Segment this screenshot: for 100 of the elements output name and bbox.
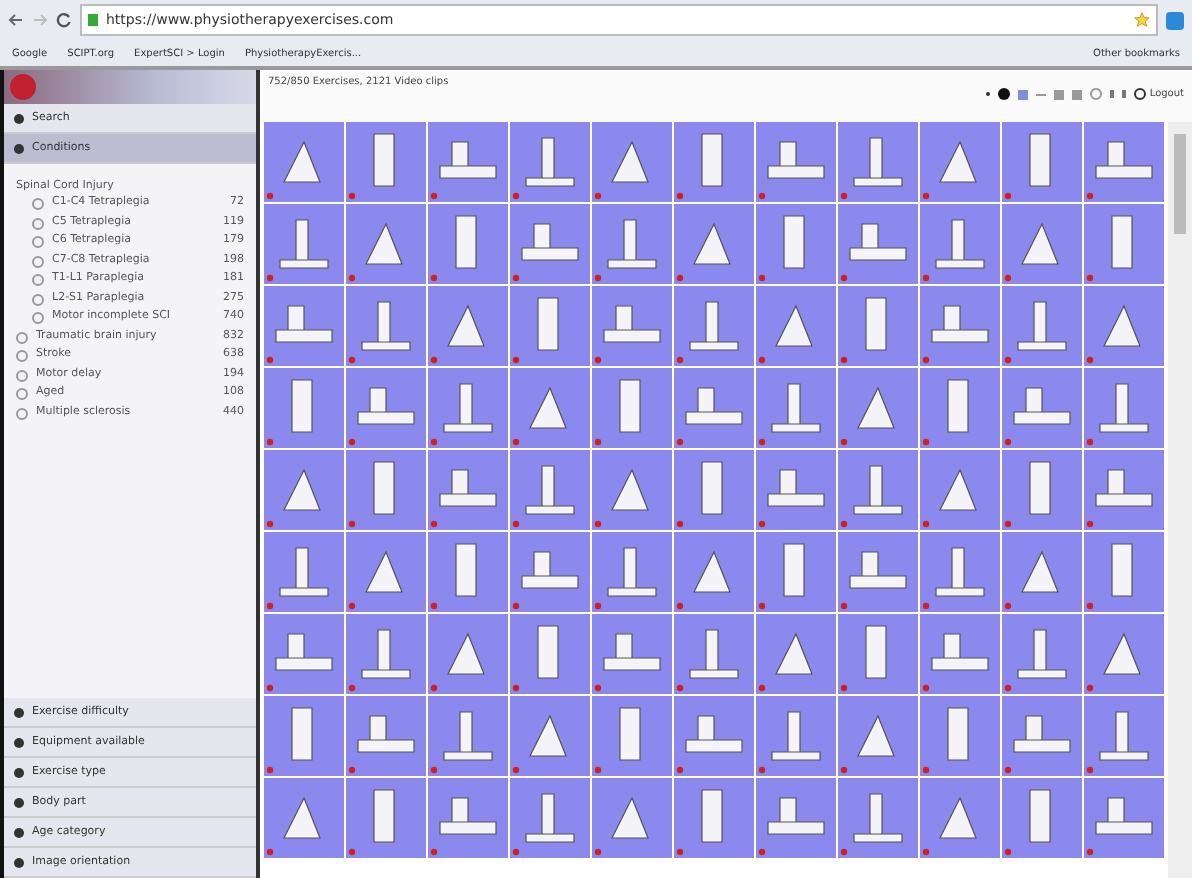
exercise-thumbnail[interactable] [1084, 614, 1164, 694]
exercise-thumbnail[interactable] [1084, 450, 1164, 530]
radio-button[interactable] [32, 255, 44, 267]
exercise-thumbnail[interactable] [674, 532, 754, 612]
exercise-thumbnail[interactable] [510, 122, 590, 202]
exercise-thumbnail[interactable] [674, 778, 754, 858]
exercise-thumbnail[interactable] [510, 614, 590, 694]
exercise-thumbnail[interactable] [1002, 368, 1082, 448]
exercise-thumbnail[interactable] [510, 532, 590, 612]
list-icon[interactable] [1017, 89, 1028, 99]
exercise-thumbnail[interactable] [428, 450, 508, 530]
exercise-thumbnail[interactable] [510, 450, 590, 530]
exercise-thumbnail[interactable] [838, 286, 918, 366]
exercise-thumbnail[interactable] [920, 204, 1000, 284]
exercise-thumbnail[interactable] [346, 532, 426, 612]
exercise-thumbnail[interactable] [264, 696, 344, 776]
exercise-thumbnail[interactable] [1002, 122, 1082, 202]
exercise-thumbnail[interactable] [346, 286, 426, 366]
exercise-thumbnail[interactable] [592, 286, 672, 366]
exercise-thumbnail[interactable] [1002, 532, 1082, 612]
exercise-thumbnail[interactable] [428, 696, 508, 776]
extension-icon[interactable] [1166, 11, 1184, 29]
exercise-thumbnail[interactable] [592, 778, 672, 858]
back-icon[interactable] [8, 12, 24, 28]
exercise-thumbnail[interactable] [674, 696, 754, 776]
exercise-thumbnail[interactable] [1084, 532, 1164, 612]
exercise-thumbnail[interactable] [346, 122, 426, 202]
exercise-thumbnail[interactable] [264, 614, 344, 694]
exercise-thumbnail[interactable] [838, 450, 918, 530]
exercise-thumbnail[interactable] [510, 368, 590, 448]
exercise-thumbnail[interactable] [592, 696, 672, 776]
exercise-thumbnail[interactable] [920, 532, 1000, 612]
exercise-thumbnail[interactable] [264, 778, 344, 858]
exercise-thumbnail[interactable] [264, 286, 344, 366]
exercise-thumbnail[interactable] [838, 368, 918, 448]
radio-button[interactable] [16, 331, 28, 343]
exercise-thumbnail[interactable] [838, 614, 918, 694]
exercise-thumbnail[interactable] [428, 204, 508, 284]
exercise-thumbnail[interactable] [592, 368, 672, 448]
radio-button[interactable] [32, 274, 44, 286]
exercise-thumbnail[interactable] [1002, 614, 1082, 694]
exercise-thumbnail[interactable] [838, 696, 918, 776]
exercise-thumbnail[interactable] [756, 368, 836, 448]
exercise-thumbnail[interactable] [346, 614, 426, 694]
exercise-thumbnail[interactable] [428, 286, 508, 366]
exercise-thumbnail[interactable] [756, 532, 836, 612]
exercise-thumbnail[interactable] [1084, 122, 1164, 202]
exercise-thumbnail[interactable] [920, 614, 1000, 694]
square-icon[interactable] [1071, 89, 1082, 99]
exercise-thumbnail[interactable] [1002, 204, 1082, 284]
ring-icon[interactable] [1089, 88, 1102, 100]
exercise-thumbnail[interactable] [920, 286, 1000, 366]
exercise-thumbnail[interactable] [592, 450, 672, 530]
exercise-thumbnail[interactable] [346, 696, 426, 776]
radio-button[interactable] [32, 217, 44, 229]
radio-button[interactable] [32, 293, 44, 305]
exercise-thumbnail[interactable] [592, 614, 672, 694]
exercise-thumbnail[interactable] [1002, 778, 1082, 858]
exercise-thumbnail[interactable] [920, 778, 1000, 858]
exercise-thumbnail[interactable] [428, 614, 508, 694]
exercise-thumbnail[interactable] [592, 532, 672, 612]
exercise-thumbnail[interactable] [1002, 286, 1082, 366]
exercise-thumbnail[interactable] [920, 450, 1000, 530]
exercise-thumbnail[interactable] [428, 122, 508, 202]
exercise-thumbnail[interactable] [756, 204, 836, 284]
exercise-thumbnail[interactable] [264, 204, 344, 284]
exercise-thumbnail[interactable] [756, 450, 836, 530]
exercise-thumbnail[interactable] [838, 204, 918, 284]
exercise-thumbnail[interactable] [674, 450, 754, 530]
exercise-thumbnail[interactable] [838, 778, 918, 858]
exercise-thumbnail[interactable] [920, 122, 1000, 202]
exercise-thumbnail[interactable] [838, 532, 918, 612]
radio-button[interactable] [16, 369, 28, 381]
radio-button[interactable] [16, 388, 28, 400]
radio-button[interactable] [16, 350, 28, 362]
exercise-thumbnail[interactable] [756, 696, 836, 776]
exercise-thumbnail[interactable] [1002, 450, 1082, 530]
exercise-thumbnail[interactable] [674, 286, 754, 366]
exercise-thumbnail[interactable] [1084, 696, 1164, 776]
exercise-thumbnail[interactable] [674, 204, 754, 284]
exercise-thumbnail[interactable] [592, 204, 672, 284]
exercise-thumbnail[interactable] [510, 778, 590, 858]
exercise-thumbnail[interactable] [756, 122, 836, 202]
image-icon[interactable] [1053, 89, 1064, 99]
radio-button[interactable] [16, 407, 28, 419]
minus-icon[interactable] [1035, 93, 1046, 95]
exercise-thumbnail[interactable] [428, 778, 508, 858]
exercise-thumbnail[interactable] [510, 696, 590, 776]
radio-button[interactable] [32, 312, 44, 324]
exercise-thumbnail[interactable] [510, 286, 590, 366]
exercise-thumbnail[interactable] [264, 368, 344, 448]
exercise-thumbnail[interactable] [264, 122, 344, 202]
exercise-thumbnail[interactable] [346, 368, 426, 448]
scrollbar[interactable] [1168, 122, 1192, 878]
exercise-thumbnail[interactable] [756, 286, 836, 366]
reload-icon[interactable] [56, 12, 72, 28]
star-icon[interactable] [1134, 12, 1150, 28]
exercise-thumbnail[interactable] [428, 368, 508, 448]
exercise-thumbnail[interactable] [428, 532, 508, 612]
exercise-thumbnail[interactable] [264, 450, 344, 530]
